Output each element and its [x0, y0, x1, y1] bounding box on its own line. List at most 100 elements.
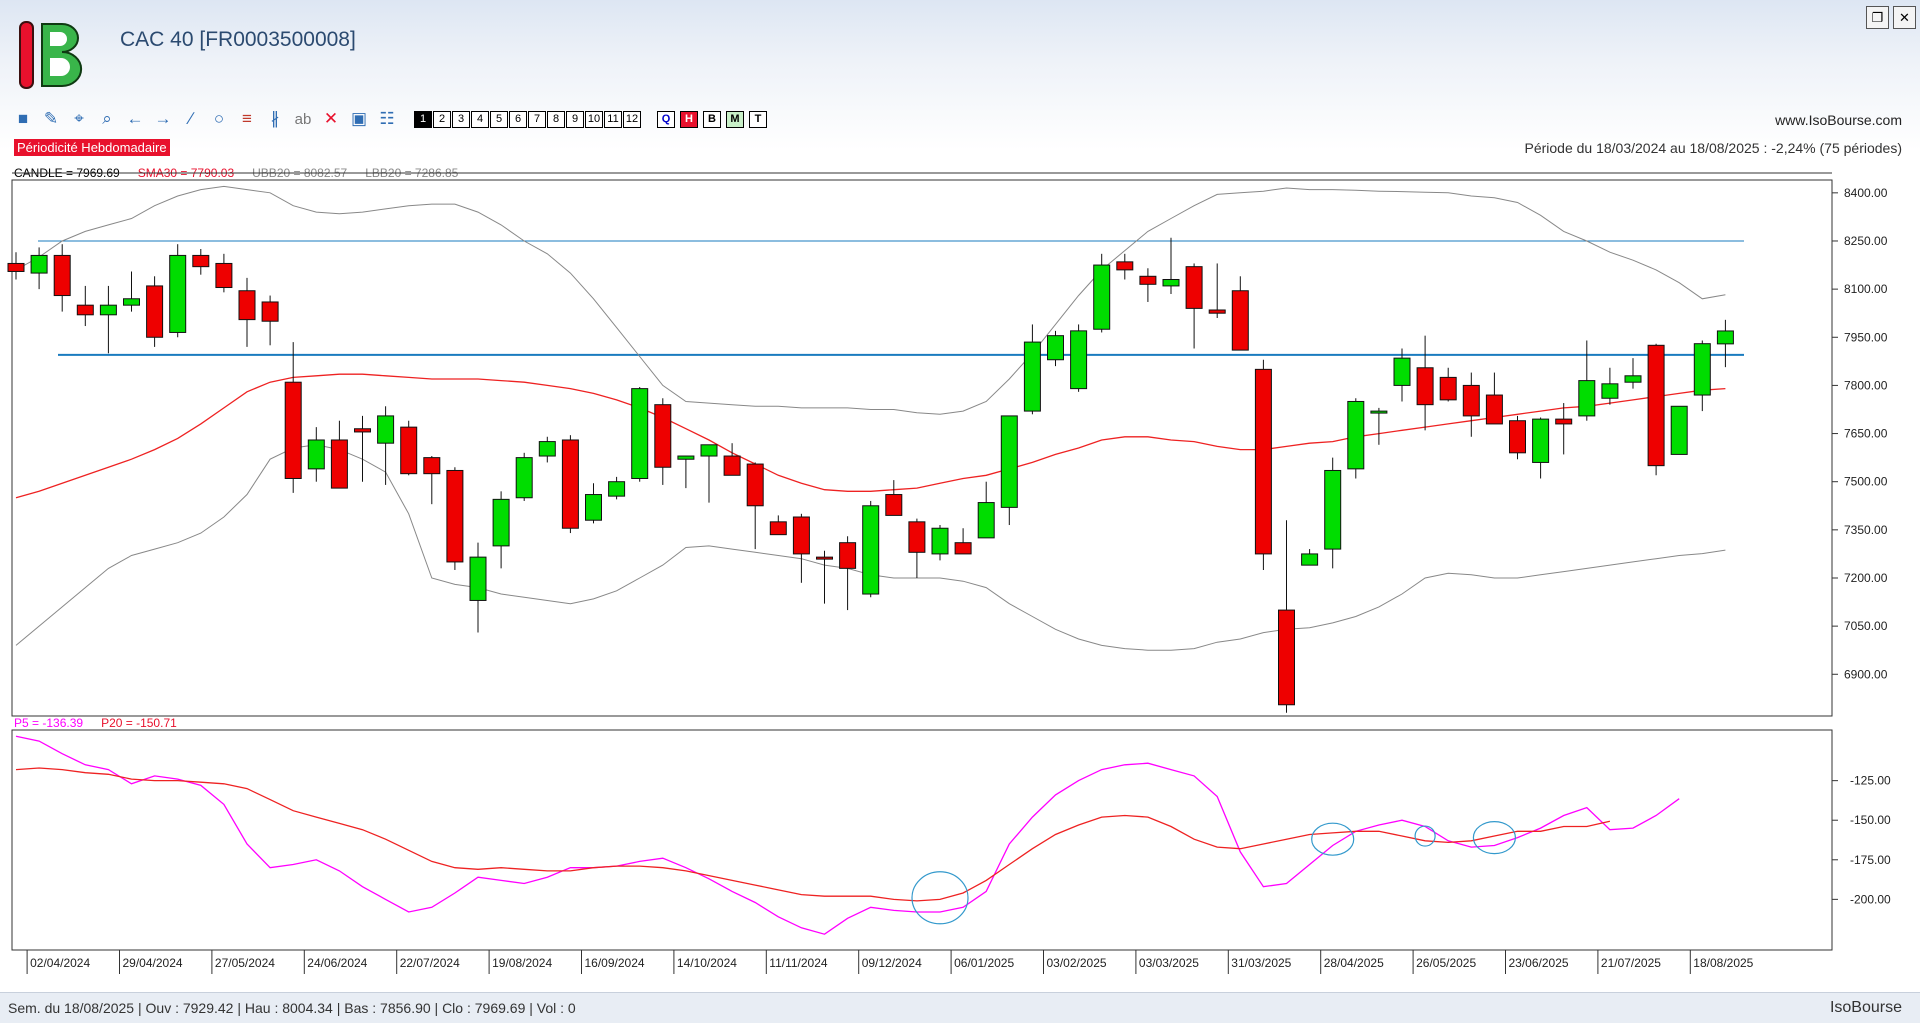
y-tick-label: 7350.00 [1844, 523, 1888, 537]
x-tick-label: 26/05/2025 [1416, 956, 1476, 970]
x-tick-label: 23/06/2025 [1509, 956, 1569, 970]
crossover-marker [1414, 825, 1436, 847]
candle-body [885, 494, 903, 516]
candle-body [1693, 343, 1711, 396]
candle-body [723, 455, 741, 476]
candle-body [261, 301, 279, 322]
x-tick-label: 19/08/2024 [492, 956, 552, 970]
candle-body [1231, 290, 1249, 351]
candle-body [192, 254, 210, 268]
y-tick-label: 7800.00 [1844, 378, 1888, 392]
candle-body [608, 481, 626, 497]
osc-y-tick-label: -200.00 [1850, 892, 1891, 906]
p5-line [15, 735, 1680, 935]
candle-body [1716, 330, 1734, 345]
candle-body [1208, 309, 1226, 314]
candle-body [654, 404, 672, 468]
candle-body [1093, 264, 1111, 330]
candle-body [538, 441, 556, 457]
upper-bollinger-line [15, 185, 1726, 415]
x-tick-label: 27/05/2024 [215, 956, 275, 970]
x-tick-label: 03/03/2025 [1139, 956, 1199, 970]
candle-body [238, 290, 256, 321]
candle-body [561, 439, 579, 529]
y-tick-label: 6900.00 [1844, 667, 1888, 681]
candle-body [1555, 418, 1573, 425]
candle-body [931, 527, 949, 555]
candle-body [1324, 469, 1342, 550]
y-tick-label: 8250.00 [1844, 234, 1888, 248]
candle-body [954, 542, 972, 555]
candle-body [816, 556, 833, 560]
x-tick-label: 06/01/2025 [954, 956, 1014, 970]
candle-body [1439, 376, 1457, 401]
osc-y-tick-label: -125.00 [1850, 774, 1891, 788]
candle-body [1624, 375, 1642, 383]
candle-body [1393, 357, 1411, 386]
candle-body [1162, 278, 1180, 287]
y-tick-label: 7950.00 [1844, 330, 1888, 344]
candle-body [169, 254, 187, 333]
candle-body [792, 516, 810, 555]
candle-body [1370, 410, 1388, 414]
candle-body [585, 494, 602, 521]
candle-body [1301, 553, 1319, 566]
candle-body [631, 388, 649, 479]
candle-body [977, 502, 995, 539]
p20-line [15, 767, 1611, 902]
y-tick-label: 7500.00 [1844, 475, 1888, 489]
candle-body [1416, 367, 1434, 406]
candle-body [1532, 418, 1550, 463]
x-tick-label: 28/04/2025 [1324, 956, 1384, 970]
candle-body [1347, 400, 1365, 470]
y-tick-label: 8400.00 [1844, 186, 1888, 200]
osc-y-tick-label: -175.00 [1850, 853, 1891, 867]
status-text: Sem. du 18/08/2025 | Ouv : 7929.42 | Hau… [8, 1000, 576, 1016]
candle-body [446, 469, 464, 563]
candle-body [377, 415, 395, 444]
candle-body [354, 428, 371, 433]
candle-body [423, 457, 441, 475]
candle-body [215, 262, 233, 289]
status-bar: Sem. du 18/08/2025 | Ouv : 7929.42 | Hau… [0, 992, 1920, 1023]
candle-body [1000, 415, 1018, 508]
candle-body [30, 254, 48, 274]
x-tick-label: 29/04/2024 [123, 956, 183, 970]
x-tick-label: 03/02/2025 [1047, 956, 1107, 970]
candle-body [1070, 330, 1088, 390]
candle-body [284, 381, 302, 479]
candle-body [99, 304, 117, 316]
candle-body [76, 304, 94, 316]
candle-body [1254, 368, 1272, 555]
x-tick-label: 31/03/2025 [1231, 956, 1291, 970]
candle-body [746, 463, 764, 507]
candle-body [1116, 261, 1134, 271]
x-tick-label: 11/11/2024 [769, 956, 828, 970]
x-tick-label: 22/07/2024 [400, 956, 460, 970]
candle-body [839, 542, 857, 569]
crossover-marker [911, 871, 969, 925]
crossover-marker [1311, 822, 1355, 856]
candle-body [400, 426, 418, 475]
candle-body [862, 505, 880, 595]
candle-body [492, 498, 510, 547]
x-tick-label: 02/04/2024 [30, 956, 90, 970]
x-tick-label: 16/09/2024 [585, 956, 645, 970]
candle-body [146, 285, 164, 338]
candle-body [469, 556, 487, 601]
candle-body [1485, 394, 1503, 425]
candle-body [700, 444, 718, 457]
candle-body [1139, 275, 1157, 285]
y-tick-label: 8100.00 [1844, 282, 1888, 296]
crossover-marker [1472, 821, 1517, 855]
x-tick-label: 24/06/2024 [307, 956, 367, 970]
candle-body [307, 439, 325, 470]
candle-body [1578, 380, 1596, 417]
x-tick-label: 18/08/2025 [1693, 956, 1753, 970]
candle-body [53, 254, 71, 297]
candle-body [1462, 384, 1480, 417]
price-chart[interactable]: 6900.00 7050.00 7200.00 7350.00 7500.00 7650.… [0, 0, 1920, 993]
candle-body [1601, 383, 1619, 399]
candle-body [1670, 405, 1688, 455]
candle-body [330, 439, 348, 489]
